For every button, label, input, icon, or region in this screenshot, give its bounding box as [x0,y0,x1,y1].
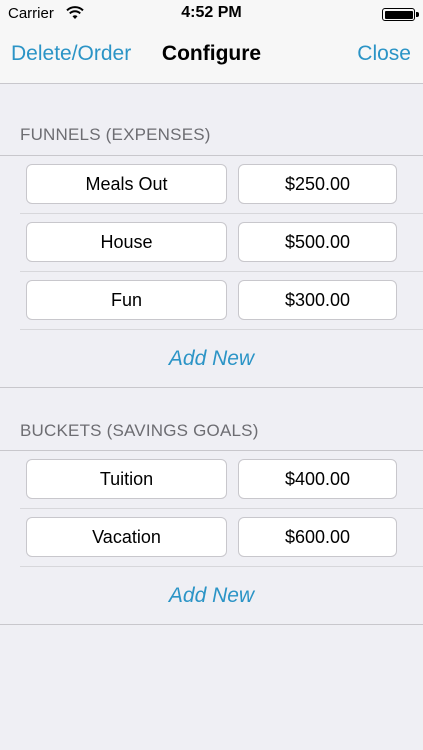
delete-order-button[interactable]: Delete/Order [11,42,131,66]
close-button[interactable]: Close [357,42,411,66]
add-new-bucket-button[interactable]: Add New [0,567,423,625]
bucket-row: Tuition $400.00 [20,451,423,509]
status-time: 4:52 PM [181,4,242,21]
bucket-amount-field[interactable]: $600.00 [238,517,397,557]
bucket-name-field[interactable]: Vacation [26,517,227,557]
bucket-amount-field[interactable]: $400.00 [238,459,397,499]
buckets-section-header: BUCKETS (SAVINGS GOALS) [20,421,259,440]
funnels-section-header: FUNNELS (EXPENSES) [20,125,211,144]
funnel-amount-field[interactable]: $500.00 [238,222,397,262]
bucket-name-field[interactable]: Tuition [26,459,227,499]
buckets-section: Tuition $400.00 Vacation $600.00 Add New [0,450,423,625]
funnel-amount-field[interactable]: $300.00 [238,280,397,320]
funnel-row: House $500.00 [20,214,423,272]
funnel-name-field[interactable]: House [26,222,227,262]
funnels-section: Meals Out $250.00 House $500.00 Fun $300… [0,155,423,388]
funnel-name-field[interactable]: Fun [26,280,227,320]
funnel-row: Fun $300.00 [20,272,423,330]
add-new-funnel-button[interactable]: Add New [0,330,423,388]
funnel-name-field[interactable]: Meals Out [26,164,227,204]
funnel-amount-field[interactable]: $250.00 [238,164,397,204]
status-bar: Carrier 4:52 PM [0,0,423,26]
battery-icon [382,8,419,21]
bucket-row: Vacation $600.00 [20,509,423,567]
navigation-bar: Delete/Order Configure Close [0,26,423,84]
funnel-row: Meals Out $250.00 [20,156,423,214]
